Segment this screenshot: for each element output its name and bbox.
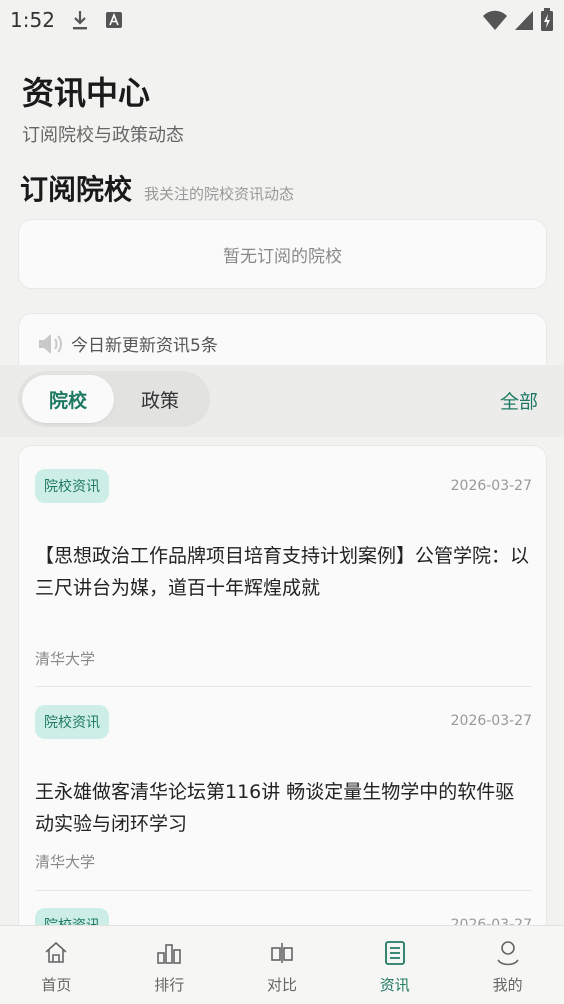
divider (35, 686, 532, 687)
page-subtitle: 订阅院校与政策动态 (22, 125, 184, 146)
nav-label: 首页 (41, 976, 72, 994)
nav-home[interactable]: 首页 (0, 926, 113, 1004)
wifi-icon (482, 9, 508, 35)
status-bar: 1:52 (0, 0, 564, 40)
nav-profile[interactable]: 我的 (451, 926, 564, 1004)
profile-icon (495, 938, 521, 968)
speaker-icon (37, 332, 63, 356)
news-date: 2026-03-27 (450, 478, 532, 494)
empty-subscription-card: 暂无订阅的院校 (18, 219, 547, 289)
section-title: 订阅院校 (20, 173, 133, 206)
empty-text: 暂无订阅的院校 (223, 246, 342, 267)
news-list: 院校资讯 2026-03-27 【思想政治工作品牌项目培育支持计划案例】公管学院… (18, 445, 547, 945)
section-hint: 我关注的院校资讯动态 (144, 185, 295, 203)
subscribed-section-header: 订阅院校 我关注的院校资讯动态 (20, 168, 294, 208)
battery-icon (540, 8, 554, 36)
status-icons (482, 8, 554, 36)
nav-ranking[interactable]: 排行 (113, 926, 226, 1004)
nav-label: 我的 (492, 976, 523, 994)
nav-compare[interactable]: 对比 (226, 926, 339, 1004)
status-time: 1:52 (10, 8, 55, 32)
divider (35, 890, 532, 891)
bottom-navigation: 首页 排行 对比 资讯 我的 (0, 925, 564, 1004)
news-source: 清华大学 (35, 650, 96, 668)
update-notice: 今日新更新资讯5条 (18, 313, 547, 373)
tab-policy[interactable]: 政策 (114, 375, 206, 423)
page-title: 资讯中心 (22, 74, 151, 112)
compare-icon (269, 938, 295, 968)
news-source: 清华大学 (35, 853, 96, 871)
nav-label: 排行 (154, 976, 185, 994)
download-icon (71, 9, 89, 31)
news-tag: 院校资讯 (35, 705, 109, 739)
category-segmented-control: 院校 政策 (18, 371, 210, 427)
news-date: 2026-03-27 (450, 713, 532, 729)
nav-label: 资讯 (379, 976, 410, 994)
nav-news[interactable]: 资讯 (338, 926, 451, 1004)
news-icon (382, 938, 408, 968)
notice-text: 今日新更新资讯5条 (71, 336, 218, 356)
news-title[interactable]: 【思想政治工作品牌项目培育支持计划案例】公管学院：以三尺讲台为媒，道百十年辉煌成… (35, 540, 532, 604)
signal-icon (514, 9, 534, 35)
news-title[interactable]: 王永雄做客清华论坛第116讲 畅谈定量生物学中的软件驱动实验与闭环学习 (35, 776, 532, 840)
home-icon (43, 938, 69, 968)
ranking-icon (156, 938, 182, 968)
tab-schools[interactable]: 院校 (22, 375, 114, 423)
news-tag: 院校资讯 (35, 469, 109, 503)
view-all-link[interactable]: 全部 (500, 387, 538, 414)
keyboard-a-icon (105, 11, 123, 29)
nav-label: 对比 (266, 976, 297, 994)
